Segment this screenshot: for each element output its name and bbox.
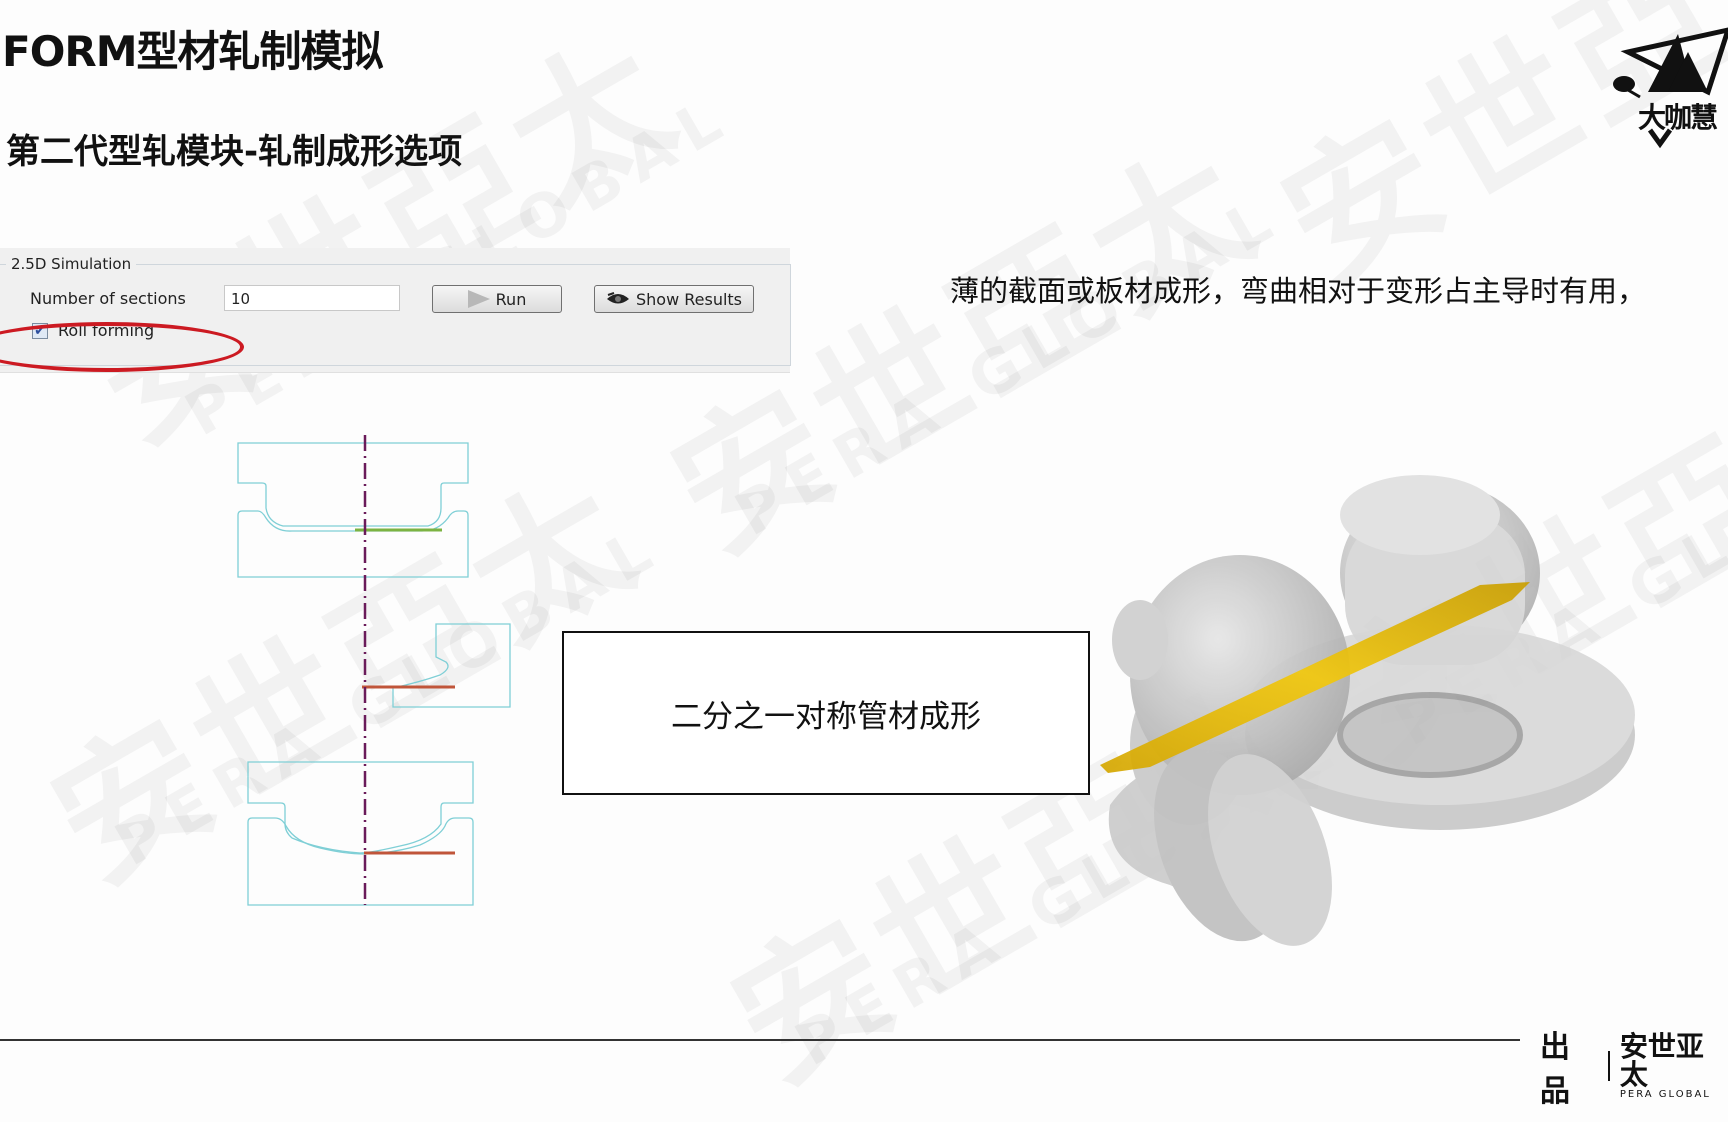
slide-subtitle: 第二代型轧模块-轧制成形选项 [6, 132, 463, 172]
simulation-group: 2.5D Simulation Number of sections 10 Ru… [0, 255, 791, 366]
lower-roll-outline [247, 817, 474, 906]
run-button-label: Run [495, 289, 527, 309]
tube-forming-label-box: 二分之一对称管材成形 [562, 631, 1090, 795]
simulation-panel: 2.5D Simulation Number of sections 10 Ru… [0, 248, 791, 373]
edge-roll-outline [392, 623, 511, 708]
footer-divider [0, 1039, 1520, 1041]
checkbox-checked-icon[interactable]: ✔ [32, 322, 48, 339]
roll-forming-label: Roll forming [58, 321, 155, 340]
eye-icon [606, 292, 629, 304]
play-icon [467, 290, 490, 308]
footer-made-by: 出品 [1540, 1030, 1570, 1109]
logo-text: 大咖慧 [1638, 101, 1718, 134]
footer-brand-en: PERA GLOBAL [1619, 1088, 1711, 1100]
upper-roll-outline [237, 442, 469, 527]
upper-roll-outline [247, 761, 474, 854]
footer-separator [1607, 1051, 1610, 1081]
sections-input[interactable]: 10 [224, 285, 400, 311]
show-results-button[interactable]: Show Results [594, 285, 754, 313]
lower-roll-outline [237, 510, 469, 578]
simulation-group-title: 2.5D Simulation [6, 255, 137, 273]
sections-label: Number of sections [30, 289, 186, 308]
roll-forming-checkbox[interactable]: ✔ Roll forming [32, 321, 154, 340]
tube-forming-label: 二分之一对称管材成形 [671, 698, 981, 735]
footer-brand-cn: 安世亚太 [1619, 1029, 1704, 1091]
slide-title: FORM型材轧制模拟 [2, 27, 384, 76]
roll-forming-3d-render [1100, 475, 1635, 946]
run-button[interactable]: Run [432, 285, 562, 313]
description-text: 薄的截面或板材成形，弯曲相对于变形占主导时有用， [950, 274, 1647, 308]
footer-logo: 安世亚太 PERA GLOBAL [1619, 1029, 1728, 1100]
footer-brand: 出品 安世亚太 PERA GLOBAL [1540, 1022, 1728, 1110]
show-results-label: Show Results [635, 289, 743, 309]
